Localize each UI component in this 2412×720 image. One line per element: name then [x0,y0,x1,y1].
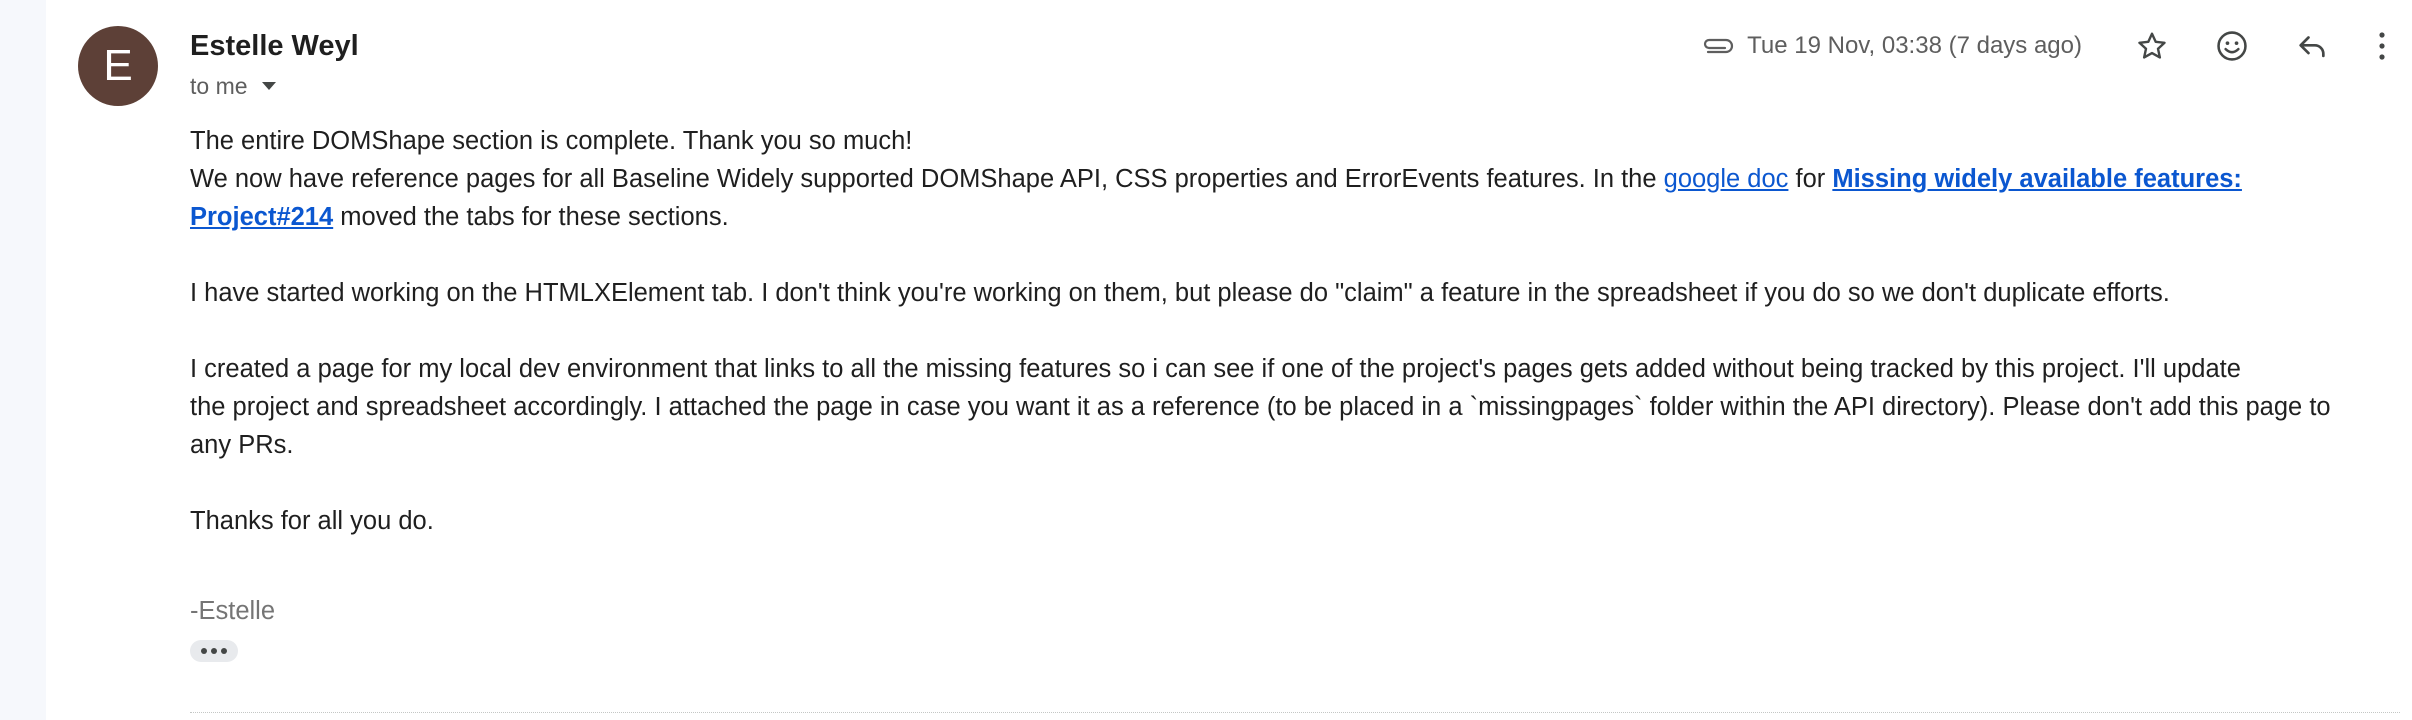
body-text: for [1788,165,1833,193]
avatar[interactable]: E [78,26,158,106]
left-rail [0,0,46,720]
project-link-line1: Missing widely available features: [1832,165,2242,193]
reply-icon[interactable] [2272,18,2352,74]
divider [190,712,2400,713]
signature: -Estelle [190,597,276,625]
show-trimmed-content-button[interactable] [190,640,238,662]
more-vert-icon[interactable] [2352,18,2412,74]
recipient-details[interactable]: to me [190,70,276,102]
body-paragraph: We now have reference pages for all Base… [190,160,2390,236]
star-icon[interactable] [2112,18,2192,74]
body-paragraph: Thanks for all you do. [190,507,434,535]
dot-icon [211,648,217,654]
dot-icon [201,648,207,654]
body-text: I created a page for my local dev enviro… [190,355,2241,383]
body-text: We now have reference pages for all Base… [190,165,1664,193]
body-text: moved the tabs for these sections. [333,203,729,231]
paperclip-icon [1697,31,1737,61]
emoji-icon[interactable] [2192,18,2272,74]
body-paragraph: I have started working on the HTMLXEleme… [190,279,2170,307]
body-line: The entire DOMShape section is complete.… [190,127,913,155]
body-text: any PRs. [190,431,294,459]
google-doc-link[interactable]: google doc [1664,165,1789,193]
recipient-label: to me [190,73,248,99]
caret-down-icon[interactable] [261,82,276,90]
message-meta: Tue 19 Nov, 03:38 (7 days ago) [1697,18,2412,74]
timestamp: Tue 19 Nov, 03:38 (7 days ago) [1747,32,2082,59]
dot-icon [221,648,227,654]
project-link-line2: Project#214 [190,203,334,231]
message-body: The entire DOMShape section is complete.… [190,122,2390,630]
sender-name[interactable]: Estelle Weyl [190,26,359,66]
body-paragraph: I created a page for my local dev enviro… [190,350,2390,464]
body-text: the project and spreadsheet accordingly.… [190,393,2331,421]
